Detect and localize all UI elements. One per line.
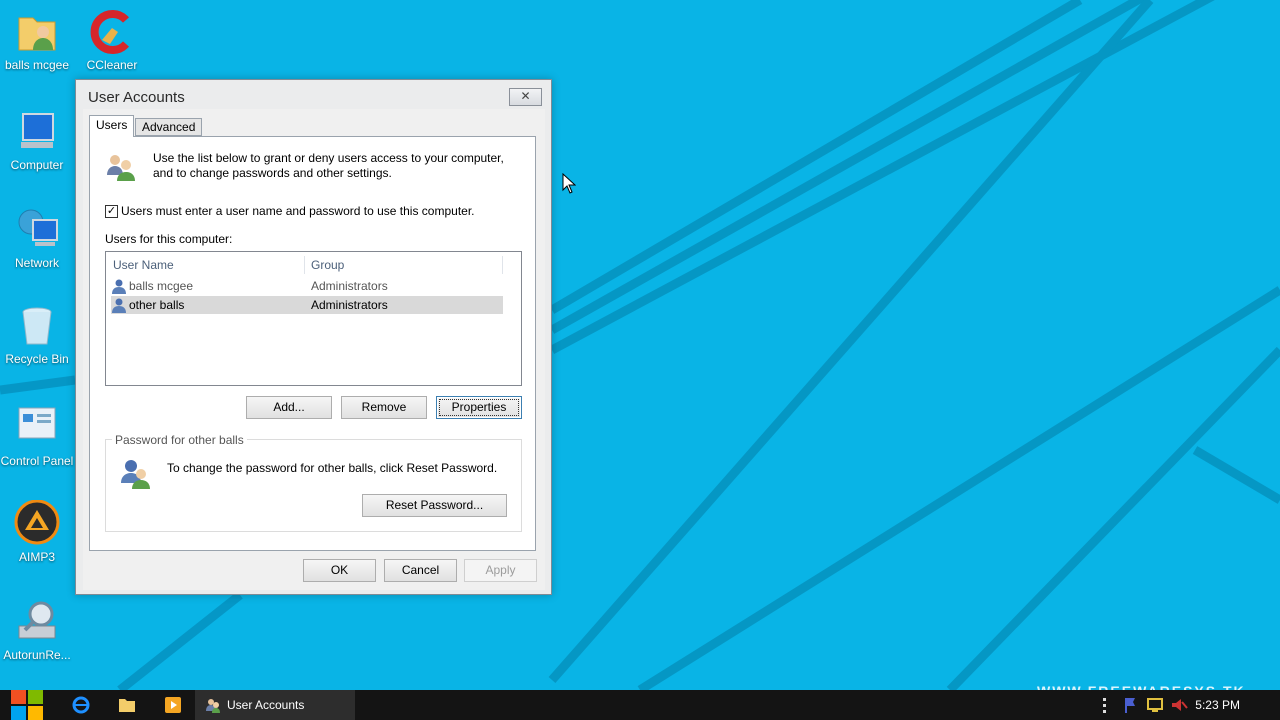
add-button[interactable]: Add...	[246, 396, 332, 419]
group-cell: Administrators	[311, 298, 388, 312]
tab-users[interactable]: Users	[89, 115, 135, 137]
close-button[interactable]: ✕	[509, 88, 542, 106]
group-cell: Administrators	[311, 279, 388, 293]
desktop-icon-label: AIMP3	[18, 550, 55, 564]
intro-text: Use the list below to grant or deny user…	[153, 151, 504, 180]
taskbar-clock[interactable]: 5:23 PM	[1195, 690, 1240, 720]
desktop-icon-label: Control Panel	[0, 454, 74, 468]
desktop-icon-label: Computer	[10, 158, 64, 172]
autorun-icon	[18, 601, 56, 639]
column-header-user-name[interactable]: User Name	[113, 256, 174, 276]
desktop-icon-network[interactable]: Network	[0, 206, 74, 271]
apply-button[interactable]: Apply	[464, 559, 537, 582]
users-list-label: Users for this computer:	[105, 232, 233, 246]
tab-advanced[interactable]: Advanced	[135, 118, 203, 136]
column-divider	[304, 256, 305, 274]
network-icon	[18, 209, 58, 246]
taskbar-button-label: User Accounts	[227, 698, 305, 712]
volume-muted-icon[interactable]	[1170, 695, 1188, 715]
desktop-icon-user-folder[interactable]: balls mcgee	[0, 8, 74, 73]
user-name-cell: other balls	[129, 298, 185, 312]
action-center-flag-icon[interactable]	[1122, 695, 1138, 715]
password-group	[105, 439, 522, 532]
user-password-icon	[121, 460, 150, 489]
network-tray-icon[interactable]	[1146, 695, 1164, 715]
taskbar: User Accounts 5:23 PM	[0, 690, 1280, 720]
require-login-checkbox[interactable]: ✓	[105, 205, 118, 218]
taskbar-button-user-accounts[interactable]: User Accounts	[195, 690, 355, 720]
mouse-cursor-icon	[562, 173, 576, 194]
user-name-cell: balls mcgee	[129, 279, 194, 293]
password-help-text: To change the password for other balls, …	[167, 461, 498, 475]
aimp-icon	[14, 500, 60, 545]
column-divider	[502, 256, 503, 274]
require-login-label: Users must enter a user name and passwor…	[121, 204, 475, 218]
cancel-button[interactable]: Cancel	[384, 559, 457, 582]
ok-button[interactable]: OK	[303, 559, 376, 582]
window-title: User Accounts	[88, 89, 185, 106]
window-client-area: Users Advanced Use the list below to gra…	[83, 109, 545, 590]
control-panel-icon	[18, 407, 56, 439]
desktop-icon-control-panel[interactable]: Control Panel	[0, 404, 74, 469]
users-list[interactable]: User Name Group balls mcgee Administrato…	[105, 251, 522, 386]
desktop-icon-recycle-bin[interactable]: Recycle Bin	[0, 302, 74, 367]
file-explorer-icon[interactable]	[117, 695, 137, 715]
column-header-group[interactable]: Group	[311, 256, 344, 276]
table-row[interactable]: balls mcgee Administrators	[111, 277, 503, 295]
recycle-bin-icon	[22, 307, 52, 345]
desktop-icon-label: AutorunRe...	[3, 648, 71, 662]
internet-explorer-icon[interactable]	[71, 695, 91, 715]
remove-button[interactable]: Remove	[341, 396, 427, 419]
users-icon	[206, 699, 220, 713]
desktop-icon-label: CCleaner	[86, 58, 138, 72]
ccleaner-icon	[90, 10, 129, 54]
user-folder-icon	[18, 17, 56, 51]
desktop-icon-autorun[interactable]: AutorunRe...	[0, 598, 74, 663]
desktop-icon-ccleaner[interactable]: CCleaner	[75, 8, 149, 73]
properties-button[interactable]: Properties	[436, 396, 522, 419]
user-icon	[112, 279, 126, 294]
desktop-icon-computer[interactable]: Computer	[0, 108, 74, 173]
table-row[interactable]: other balls Administrators	[111, 296, 503, 314]
user-icon	[112, 298, 126, 313]
user-accounts-window: User Accounts ✕ Users Advanced Use the l…	[75, 79, 552, 595]
media-player-icon[interactable]	[163, 695, 183, 715]
tray-overflow-icon[interactable]	[1103, 698, 1107, 714]
desktop-icon-label: balls mcgee	[4, 58, 70, 72]
reset-password-button[interactable]: Reset Password...	[362, 494, 507, 517]
users-tab-panel: Use the list below to grant or deny user…	[89, 136, 536, 551]
close-icon: ✕	[520, 89, 531, 103]
windows-start-icon[interactable]	[10, 690, 44, 720]
password-group-legend: Password for other balls	[112, 433, 247, 447]
users-icon	[107, 155, 135, 181]
desktop-icon-aimp3[interactable]: AIMP3	[0, 500, 74, 565]
desktop-icon-label: Recycle Bin	[5, 352, 69, 366]
desktop-icon-label: Network	[14, 256, 59, 270]
computer-icon	[21, 113, 54, 148]
